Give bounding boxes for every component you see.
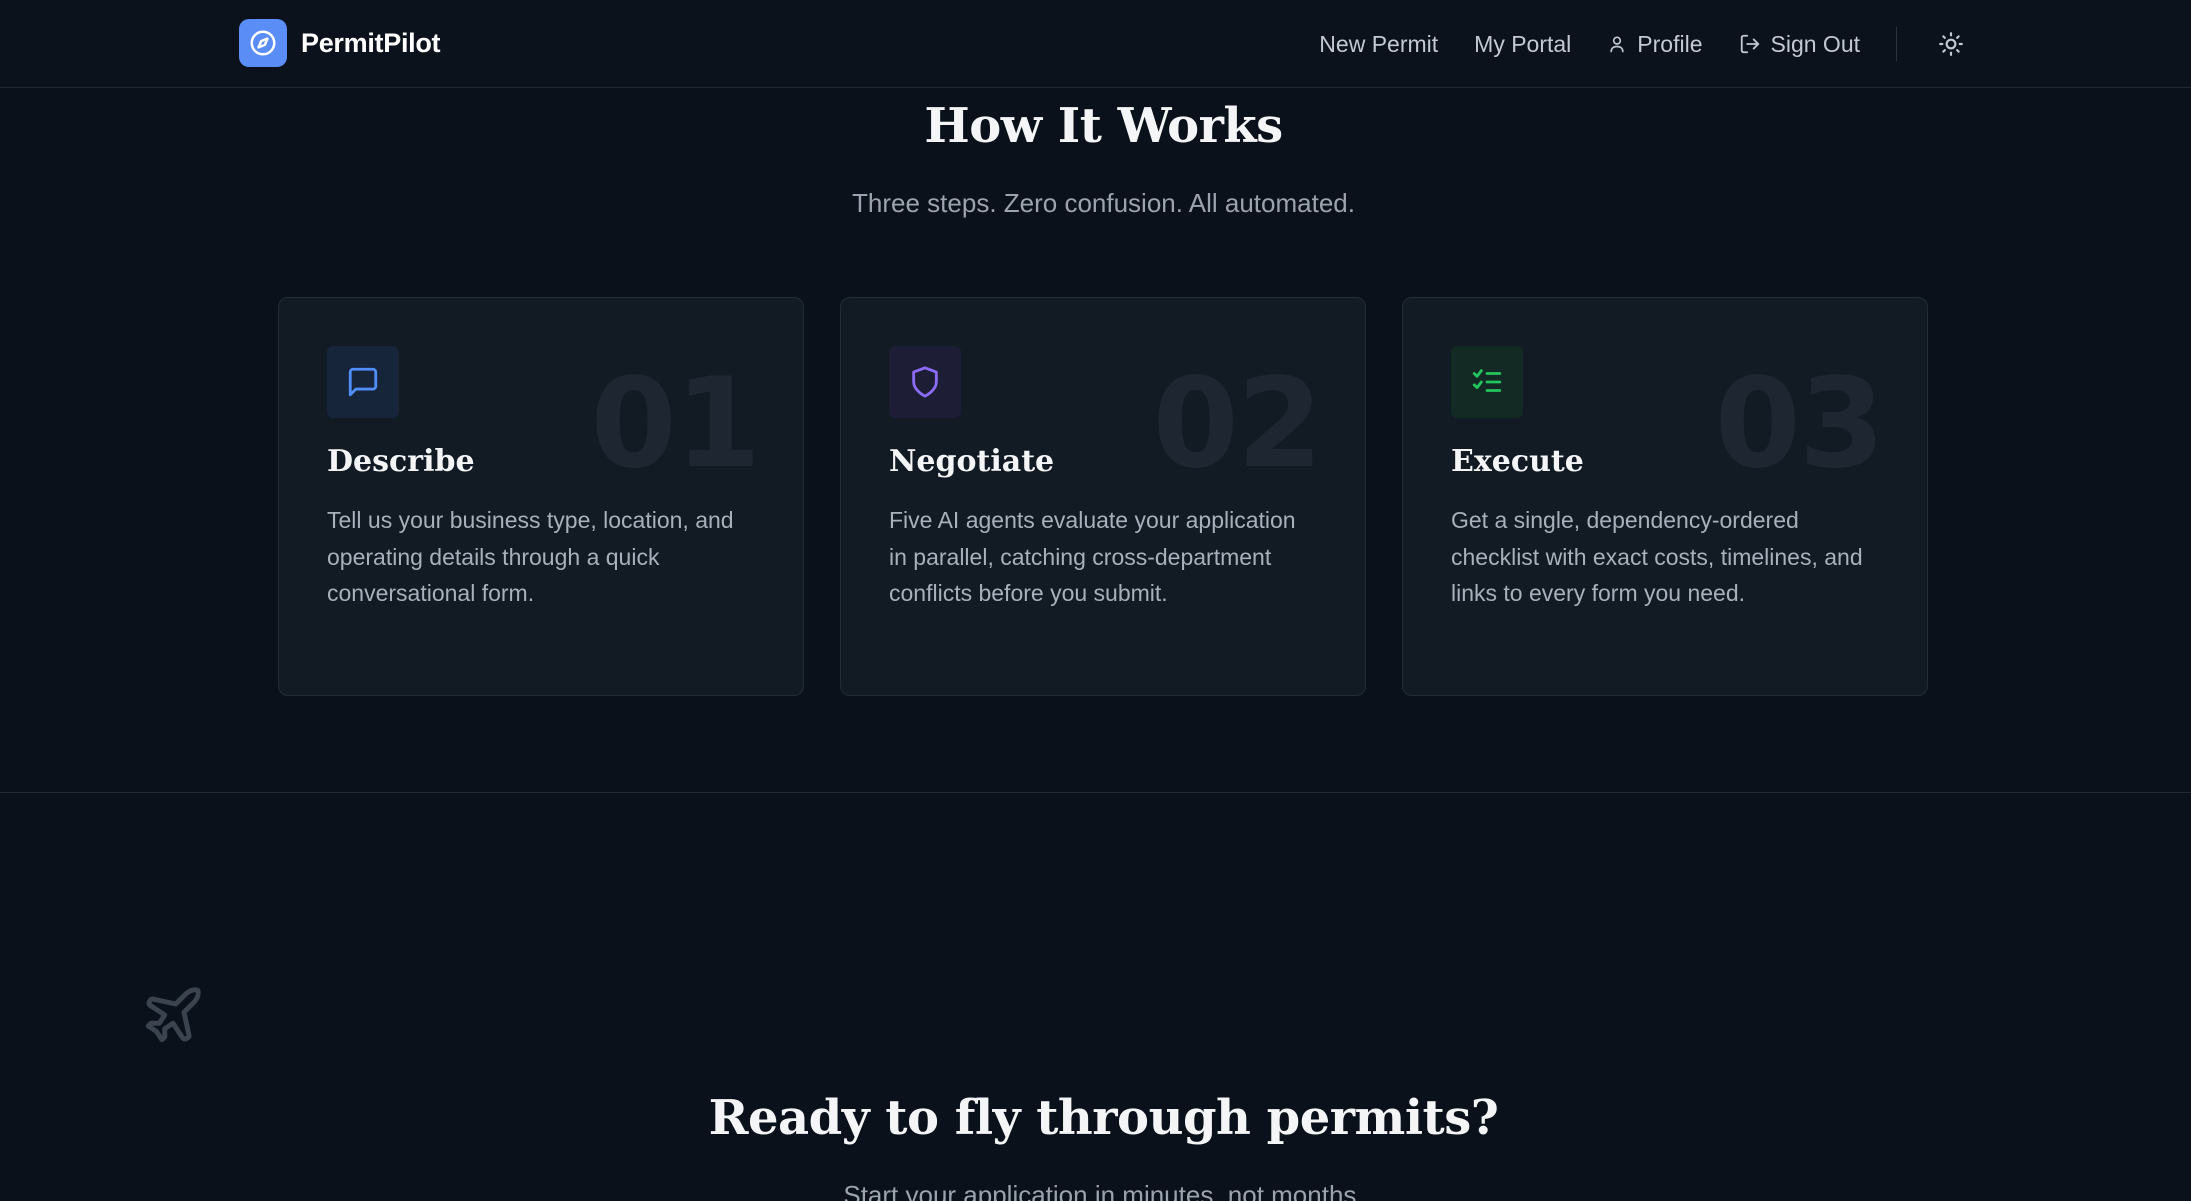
step-number: 01: [590, 352, 761, 496]
nav-links: New Permit My Portal Profile Sign Out: [1319, 0, 2191, 88]
list-checks-icon: [1451, 346, 1523, 418]
cta-title: Ready to fly through permits?: [708, 1090, 1499, 1146]
nav-my-portal-link[interactable]: My Portal: [1474, 31, 1571, 58]
compass-icon: [239, 19, 287, 67]
brand-home-link[interactable]: PermitPilot: [239, 19, 441, 67]
step-title: Execute: [1451, 444, 1584, 479]
theme-toggle-button[interactable]: [1935, 28, 1967, 60]
user-icon: [1610, 36, 1624, 53]
step-card-negotiate: 02 Negotiate Five AI agents evaluate you…: [840, 297, 1366, 696]
step-number: 03: [1714, 352, 1885, 496]
how-it-works-subtitle: Three steps. Zero confusion. All automat…: [852, 188, 1355, 218]
step-card-execute: 03 Execute Get a single, dependency-orde…: [1402, 297, 1928, 696]
shield-icon: [889, 346, 961, 418]
nav-my-portal-label: My Portal: [1474, 30, 1572, 57]
step-number: 02: [1152, 352, 1323, 496]
brand-name: PermitPilot: [301, 27, 441, 58]
nav-new-permit-link[interactable]: New Permit: [1319, 31, 1438, 58]
nav-profile-label: Profile: [1637, 30, 1703, 57]
step-title: Describe: [327, 444, 475, 479]
step-description: Get a single, dependency-ordered checkli…: [1451, 507, 1863, 606]
step-description: Five AI agents evaluate your application…: [889, 507, 1296, 606]
steps-cards: 01 Describe Tell us your business type, …: [278, 297, 1928, 696]
plane-icon: [140, 982, 206, 1048]
sun-icon: [1939, 32, 1963, 56]
nav-new-permit-label: New Permit: [1319, 30, 1439, 57]
nav-sign-out-link[interactable]: Sign Out: [1739, 30, 1861, 58]
nav-divider: [1896, 27, 1897, 61]
step-card-describe: 01 Describe Tell us your business type, …: [278, 297, 804, 696]
message-square-icon: [327, 346, 399, 418]
top-navbar: PermitPilot New Permit My Portal Profile…: [0, 0, 2191, 88]
cta-subtitle: Start your application in minutes, not m…: [843, 1180, 1364, 1201]
step-title: Negotiate: [889, 444, 1055, 479]
nav-sign-out-label: Sign Out: [1770, 30, 1861, 57]
step-description: Tell us your business type, location, an…: [327, 507, 734, 606]
log-out-icon: [1740, 34, 1759, 54]
nav-profile-link[interactable]: Profile: [1607, 30, 1703, 58]
how-it-works-title: How It Works: [924, 98, 1283, 154]
section-divider: [0, 792, 2191, 793]
